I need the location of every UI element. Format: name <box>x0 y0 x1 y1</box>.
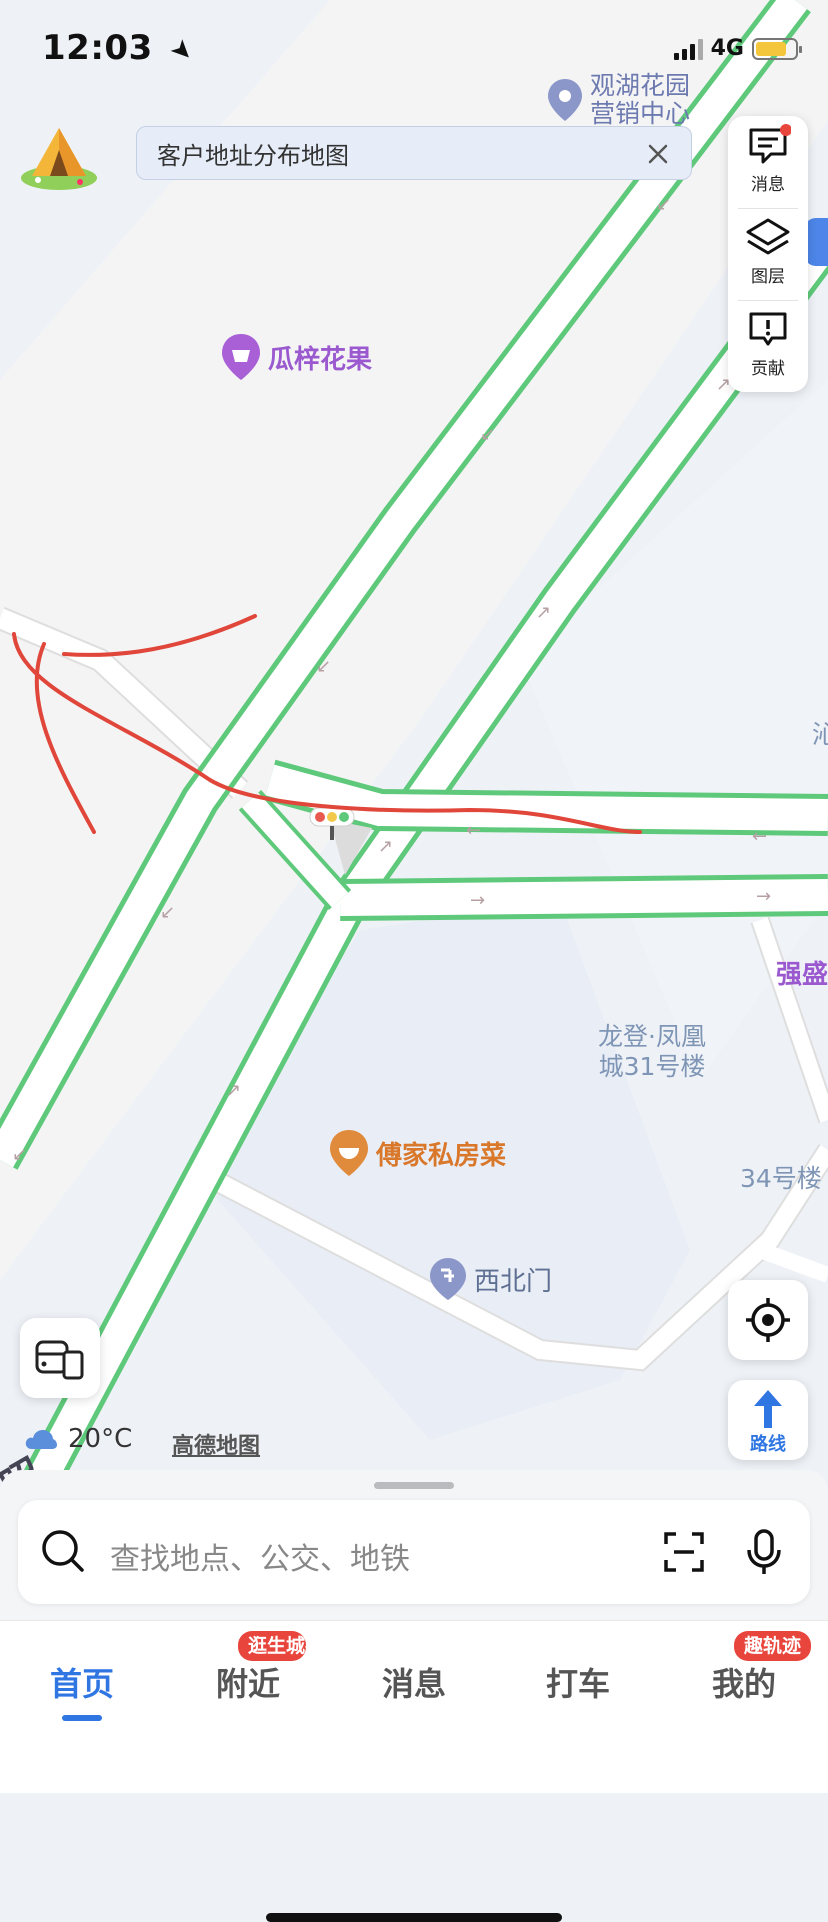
svg-text:↙: ↙ <box>160 902 175 923</box>
tab-taxi[interactable]: 打车 <box>518 1659 638 1705</box>
route-button[interactable]: 路线 <box>728 1380 808 1460</box>
tab-bar: 首页 附近 逛生城找美食 消息 打车 我的 趣轨迹 <box>0 1620 828 1922</box>
tool-layers-label: 图层 <box>751 267 785 287</box>
svg-text:↗: ↗ <box>536 602 551 623</box>
tool-messages-label: 消息 <box>751 175 785 195</box>
tool-panel: 消息 图层 贡献 <box>728 116 808 392</box>
microphone-icon[interactable] <box>744 1528 784 1576</box>
status-time: 12:03 ➤ <box>42 28 201 70</box>
poi-guazi[interactable]: 瓜梓花果 <box>220 332 372 382</box>
contribute-icon <box>749 312 787 346</box>
sheet-drag-handle[interactable] <box>374 1482 454 1489</box>
poi-xibeimen-label: 西北门 <box>474 1266 553 1297</box>
svg-text:←: ← <box>466 820 481 841</box>
temperature: 20°C <box>68 1424 133 1454</box>
svg-text:↙: ↙ <box>656 194 671 215</box>
location-pin-icon <box>548 79 582 121</box>
route-button-label: 路线 <box>750 1434 786 1455</box>
close-icon[interactable] <box>641 137 675 171</box>
network-type: 4G <box>710 36 744 61</box>
label-qiangsheng: 强盛 <box>776 960 828 990</box>
brand-label: 高德地图 <box>172 1434 261 1459</box>
tent-avatar-icon[interactable] <box>18 120 100 192</box>
poi-fujia-label: 傅家私房菜 <box>376 1140 507 1171</box>
me-badge: 趣轨迹 <box>734 1631 812 1661</box>
svg-text:→: → <box>470 890 485 911</box>
tool-contribute-label: 贡献 <box>751 359 785 379</box>
label-longdeng: 龙登·凤凰 城31号楼 <box>598 1022 706 1081</box>
layers-icon <box>746 218 790 255</box>
label-edge: 沁 <box>812 720 828 749</box>
tab-nearby[interactable]: 附近 <box>188 1659 308 1705</box>
status-indicators: 4G <box>673 36 802 61</box>
svg-text:←: ← <box>752 826 767 847</box>
tool-layers[interactable]: 图层 <box>728 208 808 296</box>
locate-icon <box>746 1298 790 1342</box>
battery-icon <box>752 37 802 60</box>
tab-home[interactable]: 首页 <box>22 1659 142 1705</box>
tool-messages[interactable]: 消息 <box>728 116 808 204</box>
svg-text:↗: ↗ <box>378 836 393 857</box>
shopping-basket-icon <box>222 334 260 380</box>
scan-icon[interactable] <box>662 1530 706 1574</box>
locate-button[interactable] <box>728 1280 808 1360</box>
notice-text: 客户地址分布地图 <box>157 141 349 170</box>
svg-text:↙: ↙ <box>316 656 331 677</box>
poi-guanhu-label: 观湖花园 营销中心 <box>590 71 691 128</box>
label-bldg34: 34号楼 <box>740 1164 822 1193</box>
home-indicator <box>266 1913 562 1922</box>
search-bar[interactable]: 查找地点、公交、地铁 <box>18 1500 810 1604</box>
svg-text:↙: ↙ <box>12 1144 27 1165</box>
gate-icon <box>430 1258 466 1300</box>
svg-text:→: → <box>756 886 771 907</box>
svg-text:↗: ↗ <box>226 1080 241 1101</box>
tab-active-indicator <box>62 1715 102 1721</box>
bus-phone-icon <box>35 1340 84 1380</box>
poi-fujia[interactable]: 傅家私房菜 <box>328 1128 506 1178</box>
poi-xibeimen[interactable]: 西北门 <box>428 1256 552 1302</box>
commute-button[interactable] <box>20 1318 100 1398</box>
tool-contribute[interactable]: 贡献 <box>728 300 808 388</box>
restaurant-icon <box>330 1130 368 1176</box>
tab-me[interactable]: 我的 <box>684 1659 804 1705</box>
signal-icon <box>673 38 703 60</box>
weather-widget[interactable]: 20°C <box>24 1424 132 1454</box>
search-input[interactable]: 查找地点、公交、地铁 <box>110 1534 410 1578</box>
tab-messages[interactable]: 消息 <box>354 1659 474 1705</box>
poi-guazi-label: 瓜梓花果 <box>268 344 373 375</box>
poi-guanhu[interactable]: 观湖花园 营销中心 <box>546 72 690 128</box>
search-icon <box>42 1530 84 1572</box>
bottom-sheet: 查找地点、公交、地铁 首页 附近 逛生城找美食 消息 打车 我的 趣轨迹 <box>0 1470 828 1922</box>
message-icon <box>749 124 791 164</box>
notice-bar[interactable]: 客户地址分布地图 <box>136 126 692 180</box>
route-arrow-icon <box>754 1390 782 1428</box>
svg-text:↙: ↙ <box>480 424 495 445</box>
nearby-badge: 逛生城找美食 <box>238 1631 306 1661</box>
cloud-icon <box>25 1430 57 1449</box>
